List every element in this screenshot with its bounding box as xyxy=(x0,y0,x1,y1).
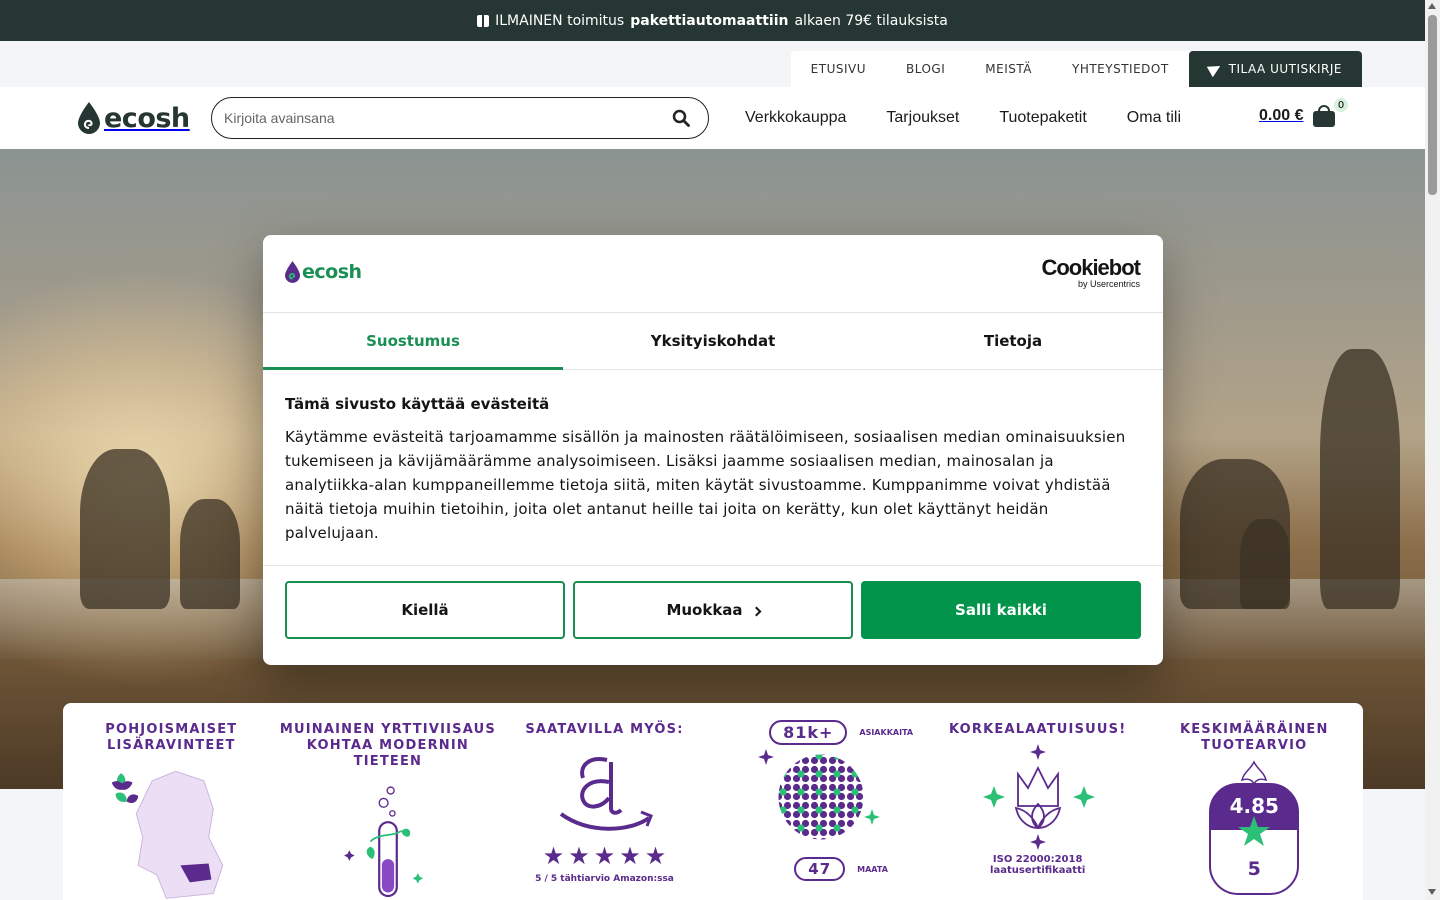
feature-customers: 81k+ ASIAKKAITA 47 MAATA xyxy=(713,703,930,900)
search-icon[interactable] xyxy=(672,109,690,127)
feature-nordic: POHJOISMAISET LISÄRAVINTEET xyxy=(63,703,280,900)
gift-icon xyxy=(477,14,490,27)
deny-button[interactable]: Kiellä xyxy=(285,581,565,639)
feature-rating: KESKIMÄÄRÄINEN TUOTEARVIO 4.85 5 xyxy=(1146,703,1363,900)
paper-plane-icon xyxy=(1206,60,1223,78)
cart-button[interactable]: 0.00 € xyxy=(1259,105,1336,127)
cart-total: 0.00 € xyxy=(1259,107,1304,124)
cookiebot-main: Cookiebot xyxy=(1041,255,1141,280)
logo-text: ecosh xyxy=(104,102,190,134)
drop-logo-icon xyxy=(78,102,100,134)
test-tube-icon xyxy=(343,786,424,898)
top-links-bar: ETUSIVU BLOGI MEISTÄ YHTEYSTIEDOT TILAA … xyxy=(0,41,1425,87)
promo-text-before: ILMAINEN toimitus xyxy=(495,12,625,29)
chevron-right-icon xyxy=(751,606,761,616)
feature-quality-title: KORKEALAATUISUUS! xyxy=(948,722,1127,737)
consent-buttons: Kiellä Muokkaa Salli kaikki xyxy=(263,566,1163,654)
globe-icon xyxy=(758,749,881,841)
tab-yksityiskohdat[interactable]: Yksityiskohdat xyxy=(563,313,863,369)
site-header: ecosh Verkkokauppa Tarjoukset Tuotepaket… xyxy=(0,87,1425,149)
promo-text-after: alkaen 79€ tilauksista xyxy=(794,12,948,29)
top-link-yhteystiedot[interactable]: YHTEYSTIEDOT xyxy=(1052,51,1189,87)
consent-logo-text: ecosh xyxy=(302,261,362,283)
customize-button[interactable]: Muokkaa xyxy=(573,581,853,639)
site-logo[interactable]: ecosh xyxy=(78,102,190,134)
tab-suostumus[interactable]: Suostumus xyxy=(263,313,563,370)
top-link-meista[interactable]: MEISTÄ xyxy=(965,51,1052,87)
cookiebot-logo[interactable]: Cookiebot by Usercentrics xyxy=(1041,255,1141,290)
feature-herbal: MUINAINEN YRTTIVIISAUS KOHTAA MODERNIN T… xyxy=(280,703,497,900)
deny-label: Kiellä xyxy=(401,601,449,619)
star-icon: ★ xyxy=(542,842,565,870)
nav-oma-tili[interactable]: Oma tili xyxy=(1127,109,1181,127)
consent-tabs: Suostumus Yksityiskohdat Tietoja xyxy=(263,313,1163,370)
rating-max: 5 xyxy=(1247,858,1261,880)
tab-tietoja[interactable]: Tietoja xyxy=(863,313,1163,369)
top-link-blogi[interactable]: BLOGI xyxy=(886,51,965,87)
nav-verkkokauppa[interactable]: Verkkokauppa xyxy=(745,109,846,127)
promo-bar: ILMAINEN toimitus pakettiautomaattiin al… xyxy=(0,0,1425,41)
drop-logo-icon xyxy=(285,261,300,283)
feature-quality: KORKEALAATUISUUS! ISO 22000:2018 laatuse… xyxy=(929,703,1146,900)
scrollbar-thumb[interactable] xyxy=(1428,15,1437,195)
scroll-down-arrow-icon[interactable] xyxy=(1428,889,1436,895)
rating-badge: 4.85 5 xyxy=(1204,758,1304,898)
promo-text-bold: pakettiautomaattiin xyxy=(630,12,789,29)
cart-count-badge: 0 xyxy=(1334,98,1348,112)
page-scrollbar[interactable] xyxy=(1425,0,1440,900)
consent-header: ecosh Cookiebot by Usercentrics xyxy=(263,235,1163,313)
scroll-up-arrow-icon[interactable] xyxy=(1428,3,1436,9)
cookiebot-sub: by Usercentrics xyxy=(1077,279,1140,289)
nav-tarjoukset[interactable]: Tarjoukset xyxy=(886,109,959,127)
nordic-map-icon xyxy=(112,770,224,899)
main-nav: Verkkokauppa Tarjoukset Tuotepaketit Oma… xyxy=(745,87,1181,149)
iso-caption-2: laatusertifikaatti xyxy=(990,865,1086,876)
search-input[interactable] xyxy=(224,110,672,126)
features-strip: POHJOISMAISET LISÄRAVINTEET MUINAINEN YR… xyxy=(63,703,1363,900)
newsletter-label: TILAA UUTISKIRJE xyxy=(1228,62,1342,76)
customize-label: Muokkaa xyxy=(666,601,743,619)
customers-count: 81k+ xyxy=(769,720,848,745)
allow-all-label: Salli kaikki xyxy=(955,601,1047,619)
rating-value: 4.85 xyxy=(1229,794,1279,818)
feature-nordic-title: POHJOISMAISET LISÄRAVINTEET xyxy=(105,722,238,753)
consent-text: Käytämme evästeitä tarjoamamme sisällön … xyxy=(285,428,1126,542)
feature-amazon: SAATAVILLA MYÖS: ★ ★ ★ ★ ★ 5 / 5 tähtiarvio … xyxy=(496,703,713,900)
amazon-stars: ★ ★ ★ ★ ★ xyxy=(543,844,667,868)
crown-lotus-icon xyxy=(982,744,1095,850)
top-links: ETUSIVU BLOGI MEISTÄ YHTEYSTIEDOT TILAA … xyxy=(790,51,1362,87)
amazon-caption: 5 / 5 tähtiarvio Amazon:ssa xyxy=(535,874,674,884)
countries-label: MAATA xyxy=(857,864,888,874)
search-bar xyxy=(211,97,709,139)
top-link-etusivu[interactable]: ETUSIVU xyxy=(791,51,886,87)
amazon-logo-icon xyxy=(560,757,654,831)
feature-amazon-title: SAATAVILLA MYÖS: xyxy=(525,722,684,737)
allow-all-button[interactable]: Salli kaikki xyxy=(861,581,1141,639)
star-icon: ★ xyxy=(619,842,641,870)
consent-logo: ecosh xyxy=(285,261,362,283)
iso-caption-1: ISO 22000:2018 xyxy=(992,854,1083,865)
star-icon: ★ xyxy=(593,842,616,870)
nav-tuotepaketit[interactable]: Tuotepaketit xyxy=(999,109,1086,127)
newsletter-button[interactable]: TILAA UUTISKIRJE xyxy=(1188,51,1362,87)
shopping-bag-icon xyxy=(1313,105,1336,127)
customers-label: ASIAKKAITA xyxy=(859,728,914,737)
star-icon: ★ xyxy=(644,842,667,870)
feature-rating-title: KESKIMÄÄRÄINEN TUOTEARVIO xyxy=(1179,722,1329,753)
consent-heading: Tämä sivusto käyttää evästeitä xyxy=(285,395,550,413)
countries-count: 47 xyxy=(794,857,846,881)
consent-body: Tämä sivusto käyttää evästeitä Käytämme … xyxy=(263,370,1163,566)
feature-herbal-title: MUINAINEN YRTTIVIISAUS KOHTAA MODERNIN T… xyxy=(279,722,496,769)
cookie-consent-dialog: ecosh Cookiebot by Usercentrics Suostumu… xyxy=(263,235,1163,665)
star-icon: ★ xyxy=(568,842,590,870)
